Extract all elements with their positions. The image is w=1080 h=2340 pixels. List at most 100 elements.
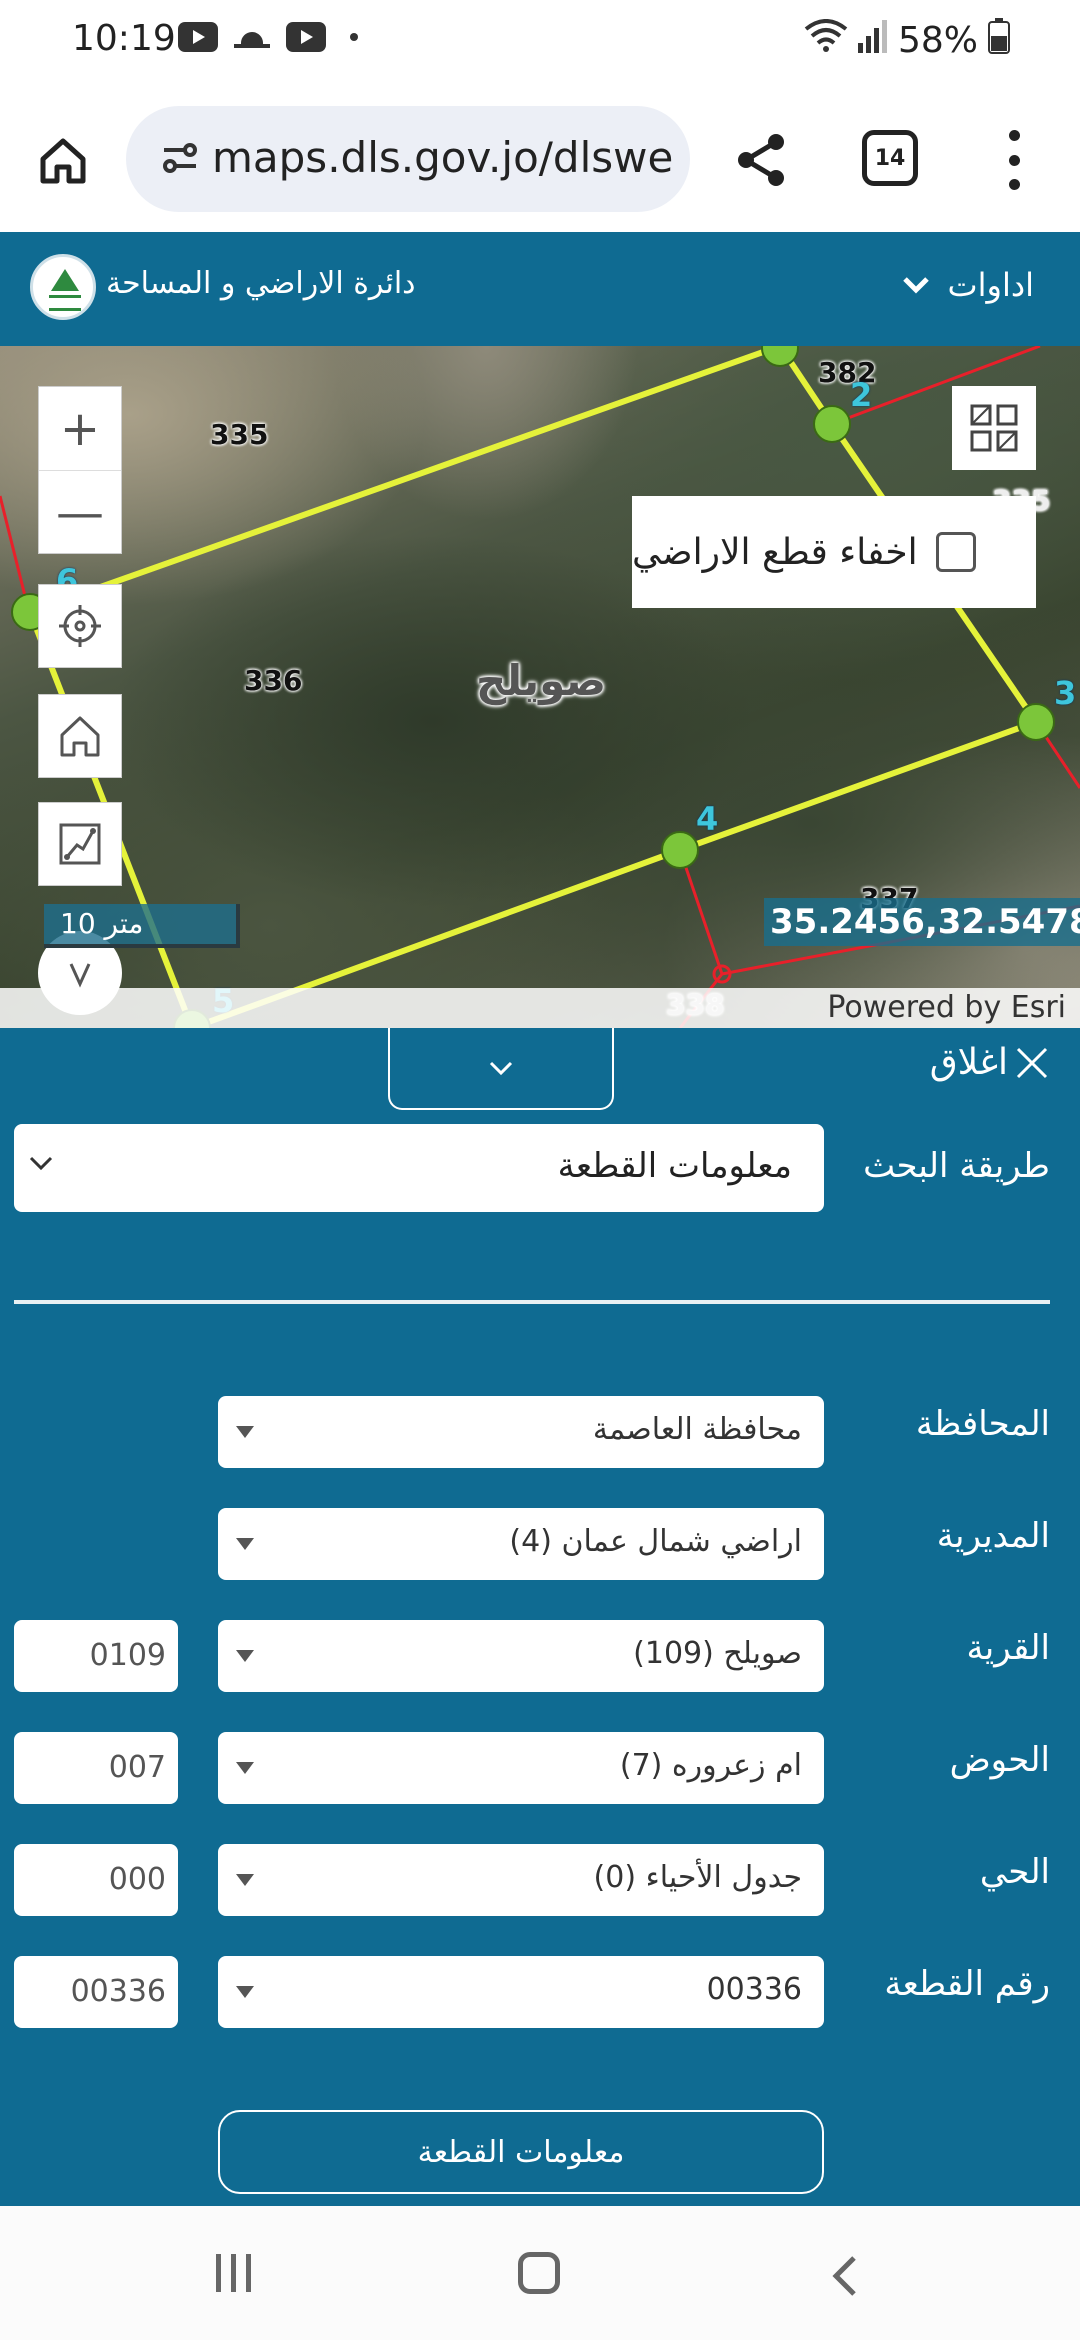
zoom-in-button[interactable]: +: [39, 387, 121, 471]
tools-menu[interactable]: اداوات: [902, 266, 1035, 304]
directorate-select[interactable]: اراضي شمال عمان (4): [218, 1508, 824, 1580]
status-bar: 10:19 58%: [0, 0, 1080, 84]
recent-apps-button[interactable]: [216, 2254, 251, 2292]
back-icon[interactable]: [830, 2254, 860, 2298]
chevron-down-icon: [489, 1061, 513, 1076]
governorate-row: المحافظة محافظة العاصمة: [0, 1396, 1080, 1468]
youtube-icon: [178, 22, 218, 52]
collapse-panel-button[interactable]: [388, 1028, 614, 1110]
field-value: جدول الأحياء (0): [593, 1860, 802, 1895]
search-method-row: طريقة البحث معلومات القطعة: [0, 1124, 1080, 1214]
field-label: الحي: [979, 1852, 1050, 1892]
vertex-number: 2: [850, 376, 873, 414]
crosshair-icon: [59, 605, 101, 647]
parcel-number-select[interactable]: 00336: [218, 1956, 824, 2028]
parcel-label: 335: [210, 418, 269, 451]
tabs-button[interactable]: 14: [862, 130, 918, 186]
url-text: maps.dls.gov.jo/dlswe: [212, 133, 672, 182]
grid-icon: [970, 404, 1018, 452]
governorate-select[interactable]: محافظة العاصمة: [218, 1396, 824, 1468]
close-button[interactable]: اغلاق: [930, 1042, 1050, 1083]
search-method-select[interactable]: معلومات القطعة: [14, 1124, 824, 1212]
home-icon: [60, 716, 100, 757]
battery-percent: 58%: [897, 20, 978, 61]
hide-parcels-toggle[interactable]: اخفاء قطع الاراضي: [632, 496, 1036, 608]
locate-button[interactable]: [38, 584, 122, 668]
field-value: صويلح (109): [633, 1636, 802, 1671]
zoom-out-button[interactable]: —: [39, 471, 121, 555]
scale-bar: 10 متر: [44, 904, 240, 948]
dropdown-arrow-icon: [236, 1538, 254, 1550]
youtube-icon: [286, 22, 326, 52]
weather-icon: [232, 22, 272, 52]
vertex-number: 3: [1054, 674, 1077, 712]
dropdown-arrow-icon: [236, 1426, 254, 1438]
map-view[interactable]: 335 336 337 338 382 335 2 3 4 5 6 صويلح …: [0, 346, 1080, 1028]
parcel-number-input[interactable]: 00336: [14, 1956, 178, 2028]
status-time: 10:19: [72, 18, 176, 59]
district-label: صويلح: [476, 656, 607, 705]
field-label: المديرية: [936, 1516, 1050, 1556]
app-header: دائرة الاراضي و المساحة اداوات: [0, 232, 1080, 346]
attribution-text: Powered by Esri: [827, 990, 1066, 1025]
field-value: محافظة العاصمة: [592, 1412, 802, 1447]
compass-icon: [69, 963, 91, 988]
field-label: القرية: [966, 1628, 1050, 1668]
parcel-label: 336: [244, 664, 303, 697]
search-method-value: معلومات القطعة: [557, 1146, 792, 1186]
search-panel: اغلاق طريقة البحث معلومات القطعة المحافظ…: [0, 1028, 1080, 2206]
village-row: القرية صويلح (109) 0109: [0, 1620, 1080, 1692]
village-select[interactable]: صويلح (109): [218, 1620, 824, 1692]
share-icon: [738, 134, 784, 186]
measure-icon: [59, 823, 101, 865]
close-icon: [1016, 1047, 1048, 1078]
neighborhood-select[interactable]: جدول الأحياء (0): [218, 1844, 824, 1916]
basin-code-input[interactable]: 007: [14, 1732, 178, 1804]
wifi-icon: [804, 19, 848, 62]
parcel-number-row: رقم القطعة 00336 00336: [0, 1956, 1080, 2028]
neighborhood-row: الحي جدول الأحياء (0) 000: [0, 1844, 1080, 1916]
dropdown-arrow-icon: [236, 1762, 254, 1774]
site-settings-icon: [163, 143, 197, 173]
coordinates-readout: 35.2456,32.5478: [764, 898, 1080, 946]
divider: [14, 1300, 1050, 1304]
basin-row: الحوض ام زعروره (7) 007: [0, 1732, 1080, 1804]
neighborhood-code-input[interactable]: 000: [14, 1844, 178, 1916]
field-value: ام زعروره (7): [619, 1748, 802, 1783]
vertex-number: 4: [696, 800, 719, 838]
system-nav-bar: [0, 2206, 1080, 2340]
chevron-down-icon: [29, 1156, 53, 1171]
home-nav-button[interactable]: [518, 2252, 560, 2294]
browser-toolbar: maps.dls.gov.jo/dlswe 14: [0, 84, 1080, 232]
dropdown-arrow-icon: [236, 1874, 254, 1886]
close-label: اغلاق: [929, 1042, 1008, 1083]
browser-home-button[interactable]: [30, 128, 96, 194]
system-icons: 58%: [804, 18, 1010, 63]
attribution-bar: Powered by Esri: [0, 988, 1080, 1028]
tools-label: اداوات: [947, 266, 1035, 304]
overflow-menu-button[interactable]: [996, 130, 1032, 190]
share-button[interactable]: [726, 124, 798, 196]
home-icon: [40, 138, 86, 184]
hide-parcels-checkbox[interactable]: [935, 532, 976, 572]
village-code-input[interactable]: 0109: [14, 1620, 178, 1692]
basin-select[interactable]: ام زعروره (7): [218, 1732, 824, 1804]
field-label: الحوض: [949, 1740, 1050, 1780]
address-bar[interactable]: maps.dls.gov.jo/dlswe: [126, 106, 690, 212]
directorate-row: المديرية اراضي شمال عمان (4): [0, 1508, 1080, 1580]
org-name: دائرة الاراضي و المساحة: [106, 266, 416, 301]
dls-logo: [30, 254, 96, 320]
field-label: رقم القطعة: [884, 1964, 1050, 2004]
dropdown-arrow-icon: [236, 1650, 254, 1662]
default-extent-button[interactable]: [38, 694, 122, 778]
parcel-info-button[interactable]: معلومات القطعة: [218, 2110, 824, 2194]
measure-button[interactable]: [38, 802, 122, 886]
zoom-controls: + —: [38, 386, 122, 554]
hide-parcels-label: اخفاء قطع الاراضي: [632, 531, 918, 573]
dropdown-arrow-icon: [236, 1986, 254, 1998]
basemap-toggle-button[interactable]: [952, 386, 1036, 470]
notification-icons: [178, 22, 358, 52]
field-label: المحافظة: [915, 1404, 1050, 1444]
chevron-down-icon: [902, 277, 929, 294]
field-value: اراضي شمال عمان (4): [509, 1524, 802, 1559]
